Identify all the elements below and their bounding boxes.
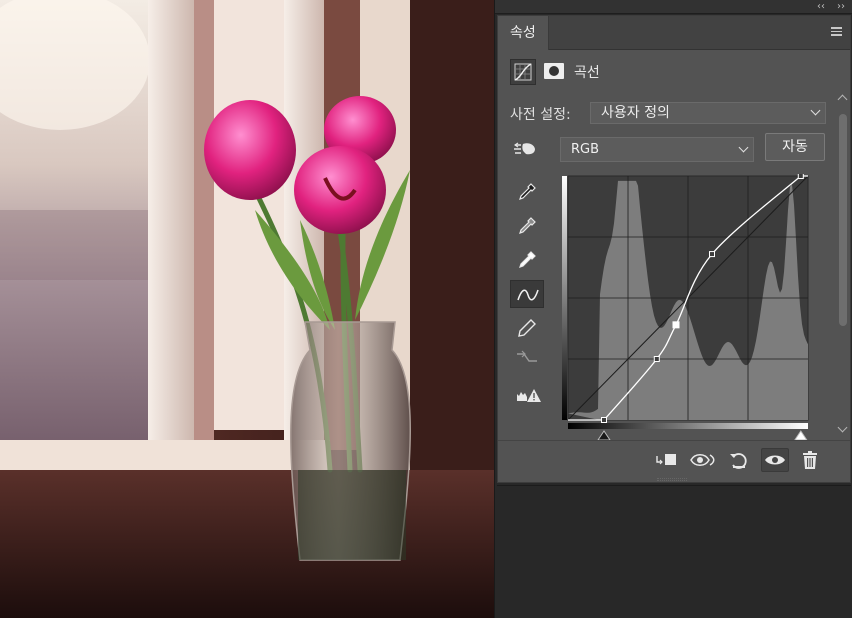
panel-scrollbar[interactable] <box>836 94 850 436</box>
properties-dock: ‹‹ ›› 속성 곡선 사전 설정: 사용자 정의 RGB 자동 <box>494 0 852 618</box>
clipping-warning-icon[interactable] <box>510 382 544 410</box>
toggle-visibility-icon[interactable] <box>761 448 789 472</box>
black-point-eyedropper-icon[interactable] <box>510 178 544 206</box>
view-previous-state-icon[interactable] <box>688 448 716 472</box>
curve-control-point[interactable] <box>797 173 804 179</box>
adjustment-actions-bar <box>498 440 850 478</box>
canvas-image <box>0 0 494 618</box>
layer-mask-icon[interactable] <box>544 63 564 79</box>
curves-graph-canvas[interactable] <box>562 173 816 444</box>
channel-value: RGB <box>571 142 600 157</box>
panel-resize-grip[interactable] <box>657 478 687 481</box>
curve-control-point[interactable] <box>709 251 715 258</box>
lower-dock-area <box>497 485 851 618</box>
properties-panel: 속성 곡선 사전 설정: 사용자 정의 RGB 자동 <box>497 15 851 483</box>
reset-adjustment-icon[interactable] <box>726 448 754 472</box>
dock-header-strip: ‹‹ ›› <box>495 0 852 14</box>
channel-dropdown[interactable]: RGB <box>560 137 754 162</box>
preset-value: 사용자 정의 <box>601 105 670 121</box>
curves-adjustment-icon[interactable] <box>510 59 536 85</box>
auto-button[interactable]: 자동 <box>765 133 825 161</box>
panel-tab-bar: 속성 <box>498 16 850 50</box>
tab-properties[interactable]: 속성 <box>498 16 549 50</box>
chevron-down-icon <box>810 105 821 116</box>
adjustment-title: 곡선 <box>574 65 600 81</box>
curves-graph[interactable] <box>562 173 816 448</box>
scroll-up-icon[interactable] <box>837 94 848 105</box>
delete-adjustment-icon[interactable] <box>798 448 826 472</box>
scroll-down-icon[interactable] <box>837 422 848 433</box>
curve-control-point[interactable] <box>672 321 680 329</box>
preset-label: 사전 설정: <box>510 107 571 123</box>
input-gradient-bar <box>568 423 808 429</box>
double-chevron-right-icon[interactable]: ›› <box>837 0 845 13</box>
hamburger-menu-icon[interactable] <box>831 27 842 36</box>
curve-control-point[interactable] <box>653 356 660 362</box>
pencil-icon[interactable] <box>510 314 544 342</box>
output-gradient-bar <box>562 176 567 420</box>
double-chevron-left-icon[interactable]: ‹‹ <box>817 0 825 13</box>
curve-points-icon[interactable] <box>510 280 544 308</box>
black-point-slider[interactable] <box>597 430 611 441</box>
document-canvas[interactable] <box>0 0 494 618</box>
white-point-eyedropper-icon[interactable] <box>510 246 544 274</box>
scroll-thumb[interactable] <box>839 114 847 326</box>
target-adjust-hand-icon[interactable] <box>513 140 538 162</box>
chevron-down-icon <box>738 142 749 153</box>
gray-point-eyedropper-icon[interactable] <box>510 212 544 240</box>
smooth-curve-icon[interactable] <box>510 344 544 372</box>
preset-dropdown[interactable]: 사용자 정의 <box>590 102 826 124</box>
white-point-slider[interactable] <box>793 430 808 441</box>
clip-to-layer-icon[interactable] <box>652 448 680 472</box>
curve-control-point[interactable] <box>601 417 607 423</box>
